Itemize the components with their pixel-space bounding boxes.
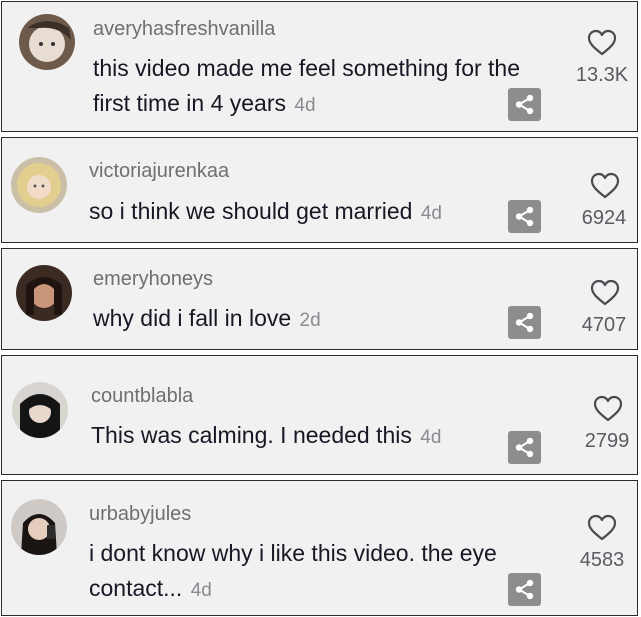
comment-timestamp: 4d [420,427,442,448]
comment-text: so i think we should get married 4d [89,194,509,231]
comment-username[interactable]: emeryhoneys [93,268,213,291]
avatar[interactable] [11,157,67,213]
comment-body: i dont know why i like this video. the e… [89,540,497,601]
share-button[interactable] [508,431,541,464]
like-count: 6924 [581,207,627,229]
comment-card: averyhasfreshvanilla this video made me … [1,1,638,132]
share-icon [515,312,534,333]
avatar[interactable] [19,14,75,70]
comment-username[interactable]: victoriajurenkaa [89,160,229,183]
comment-timestamp: 4d [190,580,212,601]
share-icon [515,94,534,115]
comment-card: urbabyjules i dont know why i like this … [1,480,638,616]
avatar[interactable] [16,265,72,321]
comment-body: why did i fall in love [93,305,292,331]
avatar[interactable] [12,382,68,438]
comment-username[interactable]: countblabla [91,385,193,408]
comment-text: why did i fall in love 2d [93,301,513,338]
comment-username[interactable]: urbabyjules [89,503,191,526]
share-icon [515,437,534,458]
share-icon [515,206,534,227]
comment-timestamp: 4d [420,203,442,224]
heart-icon[interactable] [587,29,617,57]
like-count: 2799 [584,430,630,452]
comment-card: countblabla This was calming. I needed t… [1,355,638,475]
comment-card: emeryhoneys why did i fall in love 2d 47… [1,248,638,350]
share-button[interactable] [508,573,541,606]
heart-icon[interactable] [587,514,617,542]
share-button[interactable] [508,200,541,233]
comment-body: so i think we should get married [89,198,413,224]
share-icon [515,579,534,600]
like-count: 4707 [581,314,627,336]
avatar[interactable] [11,499,67,555]
comment-username[interactable]: averyhasfreshvanilla [93,18,275,41]
heart-icon[interactable] [590,172,620,200]
comment-timestamp: 2d [299,310,321,331]
heart-icon[interactable] [593,395,623,423]
like-count: 13.3K [575,64,629,86]
comment-body: This was calming. I needed this [91,422,412,448]
comment-text: this video made me feel something for th… [93,51,543,123]
heart-icon[interactable] [590,279,620,307]
comment-text: i dont know why i like this video. the e… [89,536,529,608]
comment-text: This was calming. I needed this 4d [91,418,511,455]
comment-timestamp: 4d [294,95,316,116]
share-button[interactable] [508,88,541,121]
comment-card: victoriajurenkaa so i think we should ge… [1,137,638,243]
share-button[interactable] [508,306,541,339]
like-count: 4583 [579,549,625,571]
